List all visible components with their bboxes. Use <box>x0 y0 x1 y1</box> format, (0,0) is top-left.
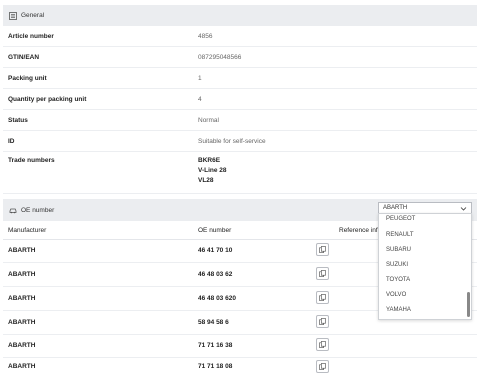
row-label: ID <box>8 137 15 145</box>
dropdown-option[interactable]: SUBARU <box>386 247 411 253</box>
general-section-title: General <box>21 12 45 19</box>
dropdown-option[interactable]: SUZUKI <box>386 262 408 268</box>
oe-number-cell: 46 48 03 62 <box>198 271 233 278</box>
manufacturer-cell: ABARTH <box>8 295 36 302</box>
row-label: Quantity per packing unit <box>8 95 87 103</box>
dropdown-option[interactable]: PEUGEOT <box>386 216 415 222</box>
id-row: ID Suitable for self-service <box>3 131 477 152</box>
row-label: Trade numbers <box>8 157 55 164</box>
oe-number-cell: 71 71 16 38 <box>198 342 233 349</box>
table-row: ABARTH 71 71 16 38 <box>3 335 477 358</box>
status-row: Status Normal <box>3 110 477 131</box>
chevron-down-icon <box>460 205 467 212</box>
info-list-icon <box>9 11 17 20</box>
row-label: Packing unit <box>8 74 47 82</box>
row-value: 1 <box>198 74 202 82</box>
manufacturer-cell: ABARTH <box>8 363 36 370</box>
oe-number-cell: 58 94 58 6 <box>198 319 229 326</box>
manufacturer-column-header: Manufacturer <box>8 227 47 234</box>
trade-number: V-Line 28 <box>198 167 227 174</box>
copy-icon[interactable] <box>316 338 329 351</box>
oe-number-cell: 46 48 03 620 <box>198 295 236 302</box>
manufacturer-dropdown-list[interactable]: PEUGEOT RENAULT SUBARU SUZUKI TOYOTA VOL… <box>378 213 472 320</box>
manufacturer-cell: ABARTH <box>8 247 36 254</box>
manufacturer-cell: ABARTH <box>8 319 36 326</box>
trade-numbers-list: BKR6E V-Line 28 VL28 <box>198 156 227 186</box>
row-label: Status <box>8 116 28 124</box>
copy-icon[interactable] <box>316 315 329 328</box>
trade-number: BKR6E <box>198 157 221 164</box>
row-value: 4 <box>198 95 202 103</box>
row-label: Article number <box>8 32 54 40</box>
packing-unit-row: Packing unit 1 <box>3 68 477 89</box>
row-value: Suitable for self-service <box>198 137 266 145</box>
trade-numbers-row: Trade numbers <box>3 152 477 194</box>
trade-number: VL28 <box>198 177 214 184</box>
table-row: ABARTH 71 71 18 08 <box>3 358 477 373</box>
quantity-row: Quantity per packing unit 4 <box>3 89 477 110</box>
manufacturer-cell: ABARTH <box>8 342 36 349</box>
dropdown-option[interactable]: TOYOTA <box>386 277 410 283</box>
selected-manufacturer: ABARTH <box>383 205 408 211</box>
copy-icon[interactable] <box>316 360 329 373</box>
dropdown-option[interactable]: YAMAHA <box>386 307 411 313</box>
oe-number-cell: 71 71 18 08 <box>198 363 233 370</box>
oe-section-title: OE number <box>21 206 55 214</box>
copy-icon[interactable] <box>316 267 329 280</box>
dropdown-option[interactable]: VOLVO <box>386 292 406 298</box>
row-value: Normal <box>198 116 219 124</box>
article-number-row: Article number 4856 <box>3 26 477 47</box>
row-value: 4856 <box>198 32 213 40</box>
general-section-header[interactable]: General <box>3 5 477 26</box>
dropdown-scrollbar[interactable] <box>467 292 470 317</box>
manufacturer-cell: ABARTH <box>8 271 36 278</box>
copy-icon[interactable] <box>316 243 329 256</box>
row-label: GTIN/EAN <box>8 53 40 61</box>
dropdown-option[interactable]: RENAULT <box>386 232 414 238</box>
copy-icon[interactable] <box>316 291 329 304</box>
oe-number-cell: 46 41 70 10 <box>198 247 233 254</box>
oe-number-column-header: OE number <box>198 227 232 234</box>
row-value: 087295048566 <box>198 53 242 61</box>
gtin-row: GTIN/EAN 087295048566 <box>3 47 477 68</box>
reference-column-header: Reference inf <box>339 227 378 234</box>
car-icon <box>9 206 17 214</box>
